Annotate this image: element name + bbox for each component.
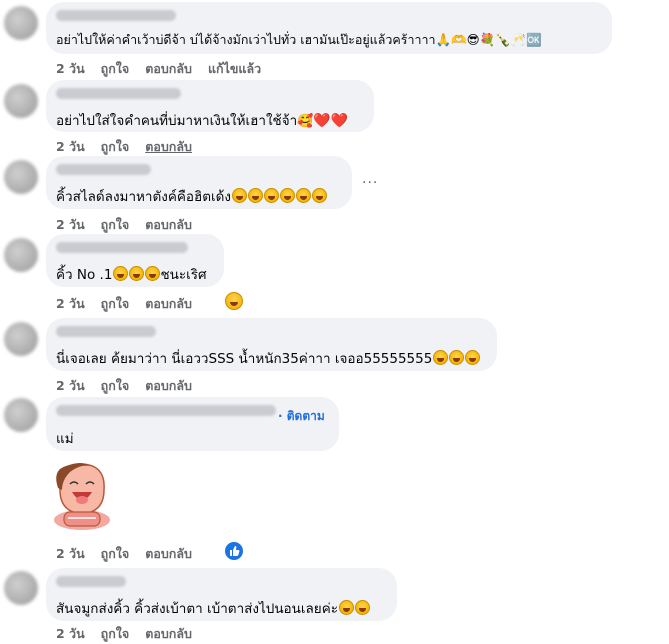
commenter-name-blurred[interactable] (56, 88, 181, 99)
heart-emoji-icon: ❤️ (313, 113, 331, 129)
like-button[interactable]: ถูกใจ (101, 626, 130, 641)
comment-text-end: ชนะเริศ (160, 267, 207, 283)
comment-text: อย่าไปให้ค่าคำเว้าบ่ดีจ้า บ่ได้จ้างมักเว… (56, 32, 542, 47)
timestamp[interactable]: 2 วัน (56, 139, 85, 154)
tears-of-joy-emoji-icon (465, 350, 481, 365)
avatar[interactable] (4, 322, 38, 356)
commenter-name-blurred[interactable] (56, 326, 156, 337)
edited-label[interactable]: แก้ไขแล้ว (208, 61, 261, 76)
thumbs-up-icon (230, 546, 240, 556)
timestamp[interactable]: 2 วัน (56, 296, 85, 311)
reply-button[interactable]: ตอบกลับ (145, 61, 192, 76)
avatar[interactable] (4, 398, 38, 432)
comment-text-main: คิ้วสไลด์ลงมาหาตังค์คือฮิตเด้ง (56, 189, 232, 205)
tears-of-joy-emoji-icon (449, 350, 465, 365)
comment-bubble: คิ้ว No .1 ชนะเริศ (46, 234, 224, 287)
comment-actions: 2 วัน ถูกใจ ตอบกลับ (56, 624, 208, 644)
comment-text: สันจมูกส่งคิ้ว คิ้วส่งเบ้าตา เบ้าตาส่งไป… (56, 597, 370, 619)
like-button[interactable]: ถูกใจ (101, 61, 130, 76)
comment-text-main: สันจมูกส่งคิ้ว คิ้วส่งเบ้าตา เบ้าตาส่งไป… (56, 601, 338, 617)
commenter-name-blurred[interactable] (56, 164, 151, 175)
like-reaction-icon[interactable] (225, 542, 243, 560)
rofl-emoji-icon (354, 600, 370, 615)
comment-text: อย่าไปใส่ใจคำคนที่บ่มาหาเงินให้เฮาใช้จ้า… (56, 109, 348, 131)
laughing-mouth (230, 302, 238, 306)
rofl-emoji-icon (248, 188, 264, 203)
reply-button[interactable]: ตอบกลับ (145, 626, 192, 641)
reply-button[interactable]: ตอบกลับ (145, 546, 192, 561)
comment-text-main: อย่าไปใส่ใจคำคนที่บ่มาหาเงินให้เฮาใช้จ้า (56, 113, 298, 129)
commenter-name-blurred[interactable] (56, 576, 126, 587)
rofl-emoji-icon (129, 266, 145, 281)
rofl-emoji-icon (296, 188, 312, 203)
comment-actions: 2 วัน ถูกใจ ตอบกลับ (56, 376, 208, 396)
avatar[interactable] (4, 84, 38, 118)
rofl-emoji-icon (338, 600, 354, 615)
rofl-emoji-icon (145, 266, 161, 281)
comment-actions: 2 วัน ถูกใจ ตอบกลับ (56, 544, 208, 564)
commenter-name-blurred[interactable] (56, 405, 276, 416)
comment-actions: 2 วัน ถูกใจ ตอบกลับ (56, 294, 208, 314)
comment-text: นี่เจอเลย ค้ยมาว่าา นี่เอววSSS น้ำหนัก35… (56, 347, 481, 369)
reply-button[interactable]: ตอบกลับ (145, 217, 192, 232)
comment-bubble: · ติดตาม แม่ (46, 397, 339, 451)
rofl-emoji-icon (113, 266, 129, 281)
like-button[interactable]: ถูกใจ (101, 546, 130, 561)
avatar[interactable] (4, 6, 38, 40)
laughing-character-sticker-icon (54, 463, 110, 530)
commenter-name-blurred[interactable] (56, 242, 188, 253)
comment-bubble: สันจมูกส่งคิ้ว คิ้วส่งเบ้าตา เบ้าตาส่งไป… (46, 568, 397, 621)
comment-bubble: นี่เจอเลย ค้ยมาว่าา นี่เอววSSS น้ำหนัก35… (46, 318, 497, 371)
reply-button[interactable]: ตอบกลับ (145, 296, 192, 311)
heart-emoji-icon: ❤️ (330, 113, 349, 129)
comment-text: คิ้ว No .1 ชนะเริศ (56, 263, 207, 285)
sticker-image[interactable] (46, 460, 118, 534)
like-button[interactable]: ถูกใจ (101, 139, 130, 154)
smiling-hearts-emoji-icon: 🥰 (297, 114, 314, 129)
avatar[interactable] (4, 160, 38, 194)
comment-text: แม่ (56, 431, 74, 447)
rofl-emoji-icon (232, 188, 248, 203)
comment-text-main: นี่เจอเลย ค้ยมาว่าา นี่เอววSSS น้ำหนัก35… (56, 351, 433, 367)
like-button[interactable]: ถูกใจ (101, 378, 130, 393)
timestamp[interactable]: 2 วัน (56, 61, 85, 76)
laughing-reaction-icon[interactable] (225, 292, 243, 310)
reply-button[interactable]: ตอบกลับ (145, 378, 192, 393)
rofl-emoji-icon (312, 188, 328, 203)
timestamp[interactable]: 2 วัน (56, 546, 85, 561)
comment-text: คิ้วสไลด์ลงมาหาตังค์คือฮิตเด้ง (56, 185, 328, 207)
reply-button[interactable]: ตอบกลับ (145, 139, 192, 154)
comment-bubble: อย่าไปใส่ใจคำคนที่บ่มาหาเงินให้เฮาใช้จ้า… (46, 80, 374, 132)
like-button[interactable]: ถูกใจ (101, 296, 130, 311)
commenter-name-blurred[interactable] (56, 10, 176, 21)
timestamp[interactable]: 2 วัน (56, 626, 85, 641)
avatar[interactable] (4, 571, 38, 605)
follow-link[interactable]: · ติดตาม (278, 407, 325, 426)
timestamp[interactable]: 2 วัน (56, 217, 85, 232)
like-button[interactable]: ถูกใจ (101, 217, 130, 232)
comment-actions: 2 วัน ถูกใจ ตอบกลับ (56, 137, 208, 157)
avatar[interactable] (4, 238, 38, 272)
rofl-emoji-icon (280, 188, 296, 203)
comment-text-main: คิ้ว No .1 (56, 267, 113, 283)
rofl-emoji-icon (264, 188, 280, 203)
comment-actions: 2 วัน ถูกใจ ตอบกลับ แก้ไขแล้ว (56, 59, 277, 79)
comment-bubble: อย่าไปให้ค่าคำเว้าบ่ดีจ้า บ่ได้จ้างมักเว… (46, 2, 612, 54)
comment-actions: 2 วัน ถูกใจ ตอบกลับ (56, 215, 208, 235)
comment-bubble: คิ้วสไลด์ลงมาหาตังค์คือฮิตเด้ง (46, 156, 352, 209)
more-options-icon[interactable]: ··· (362, 175, 378, 191)
tears-of-joy-emoji-icon (433, 350, 449, 365)
timestamp[interactable]: 2 วัน (56, 378, 85, 393)
